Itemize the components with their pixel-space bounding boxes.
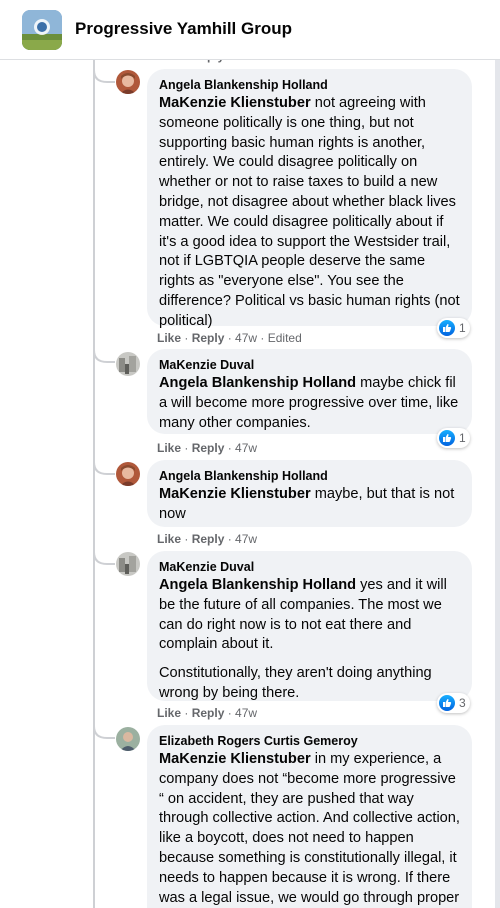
mention[interactable]: Angela Blankenship Holland [159,577,356,593]
timestamp[interactable]: 47w [235,706,257,720]
comment-bubble: Angela Blankenship Holland MaKenzie Klie… [147,69,472,329]
comment-text: Angela Blankenship Holland maybe chick f… [159,374,460,433]
like-button[interactable]: Like [157,441,181,455]
reply-button[interactable]: Reply [192,331,225,345]
reaction-number: 1 [459,431,466,445]
reply-button[interactable]: Reply [192,706,225,720]
comment-text: MaKenzie Klienstuber not agreeing with s… [159,94,460,332]
comment-author[interactable]: Angela Blankenship Holland [159,468,460,484]
comment-actions: Like · Reply · 47w · Edited [157,331,302,345]
edited-label: Edited [267,331,302,345]
comment-text: MaKenzie Klienstuber in my experience, a… [159,750,460,908]
mention[interactable]: MaKenzie Klienstuber [159,751,311,767]
like-button[interactable]: Like [157,331,181,345]
avatar[interactable] [116,552,140,576]
comment-body: not agreeing with someone politically is… [159,95,460,329]
mention[interactable]: MaKenzie Klienstuber [159,486,311,502]
reaction-count[interactable]: 3 [437,693,470,713]
scrollbar-track[interactable] [495,60,500,908]
comment-author[interactable]: MaKenzie Duval [159,559,460,575]
reply-button[interactable]: Reply [192,532,225,546]
reply-button[interactable]: Reply [192,441,225,455]
avatar[interactable] [116,727,140,751]
comment-author[interactable]: MaKenzie Duval [159,357,460,373]
thread-connectors [93,69,115,739]
comment-body: in my experience, a company does not “be… [159,751,460,906]
like-thumb-icon [439,320,455,336]
group-header: Progressive Yamhill Group [0,0,500,60]
like-thumb-icon [439,430,455,446]
like-thumb-icon [439,695,455,711]
comment-text: Angela Blankenship Holland yes and it wi… [159,576,460,655]
like-button[interactable]: Like [157,706,181,720]
comment-bubble: Angela Blankenship Holland MaKenzie Klie… [147,460,472,527]
reaction-number: 1 [459,321,466,335]
group-name[interactable]: Progressive Yamhill Group [75,19,292,39]
comment-actions: Like · Reply · 47w [157,532,258,546]
avatar[interactable] [116,70,140,94]
timestamp[interactable]: 47w [235,532,257,546]
avatar[interactable] [116,352,140,376]
like-button[interactable]: Like [157,532,181,546]
mention[interactable]: MaKenzie Klienstuber [159,95,311,111]
mention[interactable]: Angela Blankenship Holland [159,375,356,391]
comment-author[interactable]: Elizabeth Rogers Curtis Gemeroy [159,733,460,749]
timestamp[interactable]: 47w [235,441,257,455]
comment-actions: Like · Reply · 47w [157,706,258,720]
reaction-count[interactable]: 1 [437,428,470,448]
reaction-count[interactable]: 1 [437,318,470,338]
comment-text: MaKenzie Klienstuber maybe, but that is … [159,485,460,525]
group-avatar[interactable] [22,10,62,50]
comment-actions: Like · Reply · 47w [157,441,258,455]
reaction-number: 3 [459,696,466,710]
comment-text-paragraph: Constitutionally, they aren't doing anyt… [159,665,432,701]
avatar[interactable] [116,462,140,486]
timestamp[interactable]: 47w [235,331,257,345]
comment-author[interactable]: Angela Blankenship Holland [159,77,460,93]
comment-bubble: Elizabeth Rogers Curtis Gemeroy MaKenzie… [147,725,472,908]
comment-bubble: MaKenzie Duval Angela Blankenship Hollan… [147,551,472,701]
comment-bubble: MaKenzie Duval Angela Blankenship Hollan… [147,349,472,434]
